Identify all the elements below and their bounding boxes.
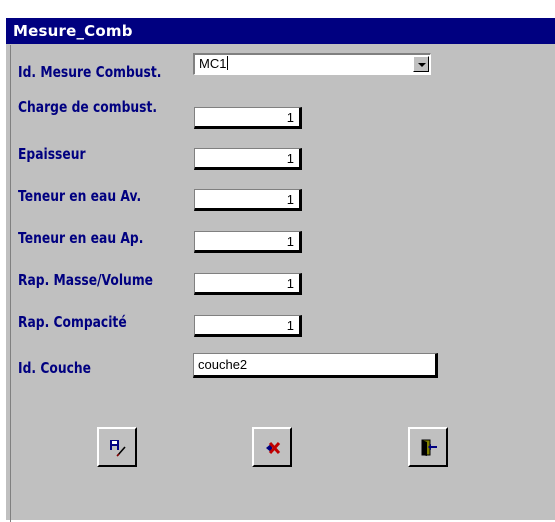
epaisseur-field[interactable]: 1 (194, 148, 302, 170)
save-edit-icon (110, 440, 126, 457)
id-couche-label: Id. Couche (18, 359, 91, 377)
rap-compacite-label: Rap. Compacité (18, 313, 127, 331)
exit-door-icon (421, 439, 437, 456)
rap-compacite-field[interactable]: 1 (194, 315, 302, 337)
dropdown-arrow-icon[interactable] (413, 56, 429, 72)
charge-field[interactable]: 1 (194, 107, 302, 129)
teneur-av-field[interactable]: 1 (194, 189, 302, 211)
exit-button[interactable] (408, 427, 448, 467)
window-title: Mesure_Comb (13, 22, 133, 40)
id-mesure-value: MC1 (199, 56, 229, 71)
id-couche-field[interactable]: couche2 (193, 353, 438, 378)
form-border (10, 45, 11, 522)
teneur-ap-label: Teneur en eau Ap. (18, 229, 144, 247)
teneur-ap-field[interactable]: 1 (194, 231, 302, 253)
charge-label: Charge de combust. (18, 98, 158, 116)
epaisseur-label: Epaisseur (18, 145, 86, 163)
save-button[interactable] (97, 427, 137, 467)
id-mesure-combo[interactable]: MC1 (193, 53, 431, 75)
rap-masse-label: Rap. Masse/Volume (18, 271, 153, 289)
teneur-av-label: Teneur en eau Av. (18, 187, 142, 205)
rap-masse-field[interactable]: 1 (194, 273, 302, 295)
id-mesure-label: Id. Mesure Combust. (18, 63, 162, 81)
title-bar: Mesure_Comb (6, 18, 555, 44)
delete-icon (266, 441, 281, 455)
delete-button[interactable] (252, 427, 292, 467)
